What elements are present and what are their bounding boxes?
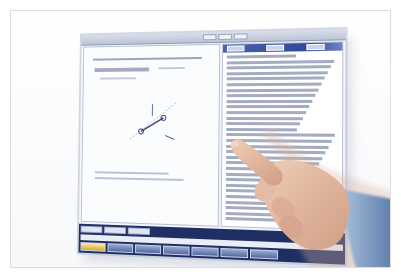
hand-illustration [230,129,390,267]
photo-frame [10,10,391,268]
fingertip [231,141,239,147]
